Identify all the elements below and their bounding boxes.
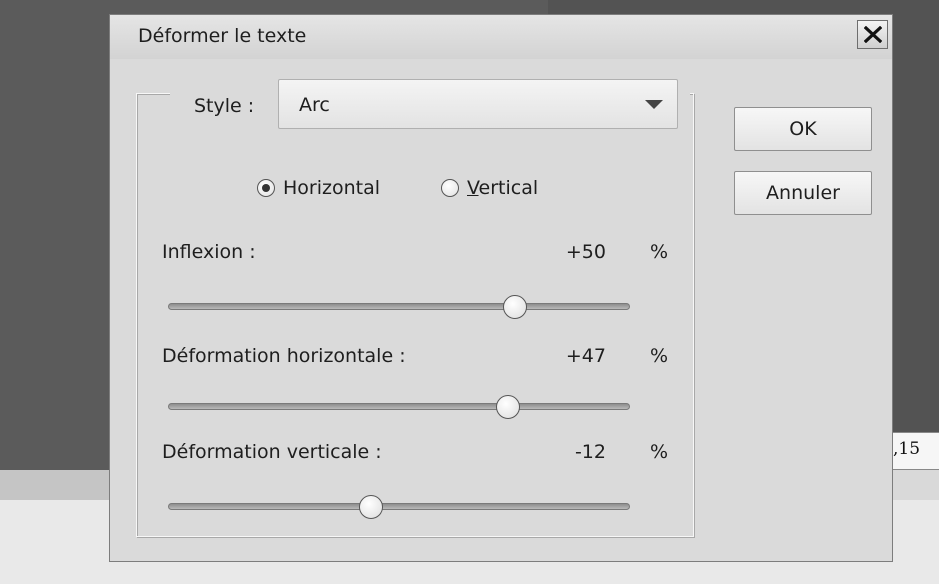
radio-vertical[interactable]: Vertical (441, 177, 538, 199)
vertical-distortion-slider-track[interactable] (168, 503, 630, 510)
ok-button[interactable]: OK (734, 107, 872, 151)
style-label: Style : (194, 95, 255, 117)
cancel-button[interactable]: Annuler (734, 171, 872, 215)
horizontal-distortion-unit: % (650, 345, 669, 367)
radio-vertical-label-rest: ertical (478, 177, 539, 199)
vertical-distortion-unit: % (650, 441, 669, 463)
radio-vertical-indicator[interactable] (441, 179, 459, 197)
horizontal-distortion-slider-track[interactable] (168, 403, 630, 410)
radio-vertical-label: Vertical (467, 177, 538, 199)
inflexion-value[interactable]: +50 (546, 241, 606, 263)
vertical-distortion-value[interactable]: -12 (546, 441, 606, 463)
radio-horizontal-indicator[interactable] (257, 179, 275, 197)
horizontal-distortion-slider-thumb[interactable] (495, 395, 520, 419)
inflexion-slider-thumb[interactable] (502, 295, 527, 319)
close-icon (864, 26, 882, 43)
radio-horizontal[interactable]: Horizontal (257, 177, 380, 199)
dialog-title: Déformer le texte (138, 25, 307, 47)
inflexion-slider-track[interactable] (168, 303, 630, 310)
radio-selected-dot (262, 184, 270, 192)
style-dropdown[interactable]: Arc (278, 79, 678, 129)
warp-text-dialog: Déformer le texte Style : Arc Horizontal… (109, 14, 893, 562)
style-selected-value: Arc (299, 94, 330, 116)
radio-vertical-mnemonic: V (467, 177, 479, 199)
horizontal-distortion-value[interactable]: +47 (546, 345, 606, 367)
options-group (136, 93, 694, 537)
inflexion-unit: % (650, 241, 669, 263)
vertical-distortion-label: Déformation verticale : (162, 441, 382, 463)
radio-horizontal-label: Horizontal (283, 177, 381, 199)
dialog-titlebar[interactable]: Déformer le texte (110, 15, 892, 59)
chevron-down-icon (645, 100, 663, 109)
horizontal-distortion-label: Déformation horizontale : (162, 345, 406, 367)
inflexion-label: Inflexion : (162, 241, 256, 263)
close-button[interactable] (857, 20, 888, 49)
